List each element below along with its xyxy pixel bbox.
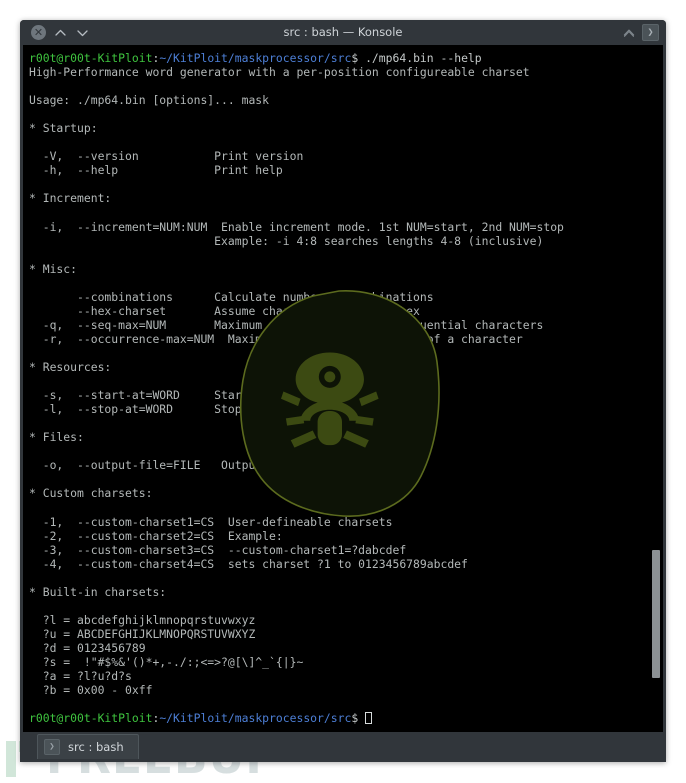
chevron-up-glyph [55, 29, 66, 36]
typed-command: ./mp64.bin --help [365, 51, 482, 65]
prompt-sigil-2: $ [351, 711, 366, 726]
close-icon[interactable]: ✕ [31, 25, 46, 40]
tab-label: src : bash [68, 740, 124, 754]
new-tab-button[interactable]: ❯ [642, 24, 659, 41]
terminal-screen[interactable]: r00t@r00t-KitPloit:~/KitPloit/maskproces… [23, 45, 649, 732]
prompt-user-host: r00t@r00t-KitPloit [29, 51, 153, 65]
chevron-down-icon[interactable] [75, 25, 90, 40]
terminal-area[interactable]: r00t@r00t-KitPloit:~/KitPloit/maskproces… [23, 45, 663, 732]
terminal-line-command: r00t@r00t-KitPloit:~/KitPloit/maskproces… [29, 51, 649, 65]
tab-src-bash[interactable]: ❯ src : bash [37, 734, 139, 759]
window-title: src : bash — Konsole [283, 25, 403, 39]
chevron-down-glyph [77, 29, 88, 36]
prompt-user-host-2: r00t@r00t-KitPloit [29, 711, 153, 726]
chevron-up-icon[interactable] [53, 25, 68, 40]
konsole-window: ✕ src : bash — Konsole ❯ r00t@r00t-KitPl… [20, 20, 666, 762]
window-titlebar[interactable]: ✕ src : bash — Konsole ❯ [20, 20, 666, 45]
terminal-line-prompt-last: r00t@r00t-KitPloit:~/KitPloit/maskproces… [29, 711, 649, 725]
terminal-output: High-Performance word generator with a p… [29, 65, 564, 698]
collapse-chevron-glyph [623, 29, 634, 37]
collapse-chevron-up-icon[interactable] [621, 25, 636, 40]
screenshot-root: FREEBUF ✕ src : bash — Konsole [0, 0, 686, 783]
prompt-path-2: ~/KitPloit/maskprocessor/src [159, 711, 352, 726]
terminal-prompt-icon: ❯ [44, 739, 60, 755]
titlebar-right-controls: ❯ [621, 20, 659, 45]
titlebar-left-controls: ✕ [26, 25, 90, 40]
terminal-cursor [365, 712, 373, 725]
prompt-path: ~/KitPloit/maskprocessor/src [159, 51, 352, 65]
scrollbar-thumb[interactable] [652, 550, 660, 678]
prompt-sigil: $ [351, 51, 366, 65]
tab-bar: ❯ src : bash [20, 732, 666, 762]
terminal-scrollbar[interactable] [649, 45, 663, 732]
